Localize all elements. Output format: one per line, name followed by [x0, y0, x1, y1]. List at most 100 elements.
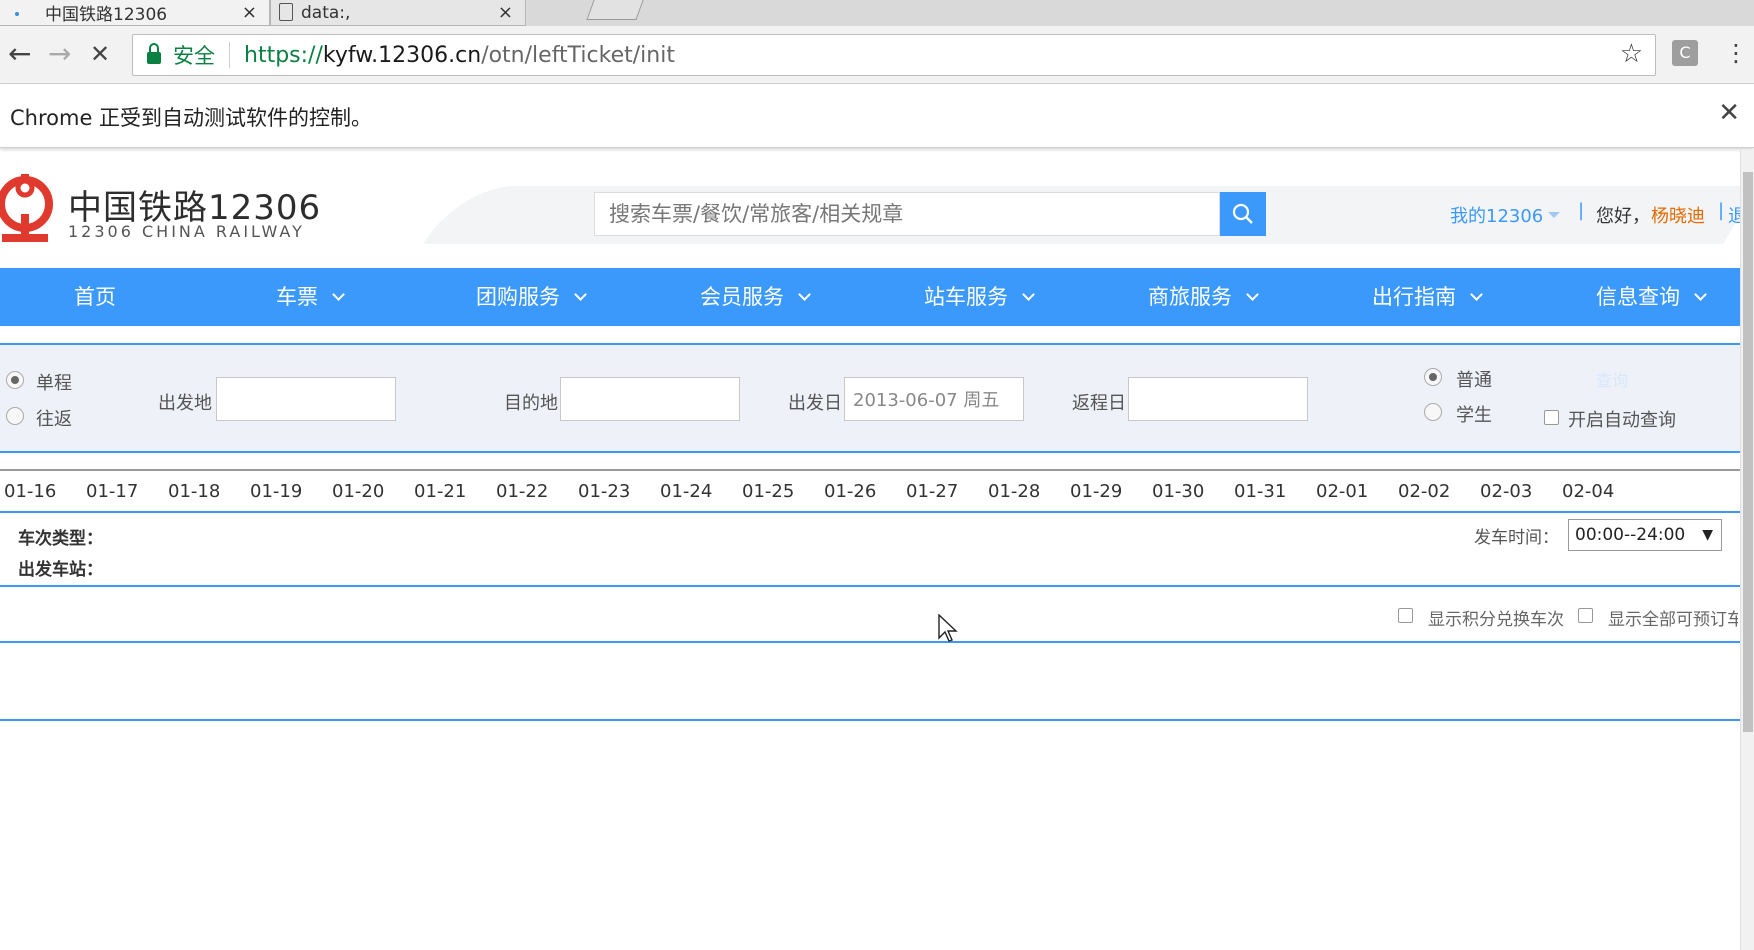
date-tab[interactable]: 01-20 [332, 481, 384, 502]
show-all-checkbox[interactable] [1578, 608, 1593, 623]
main-nav: 首页 车票 团购服务 会员服务 站车服务 商旅服务 出行指南 信息查询 [0, 268, 1740, 326]
date-tab[interactable]: 02-01 [1316, 481, 1368, 502]
document-icon [279, 3, 293, 21]
date-tab[interactable]: 01-29 [1070, 481, 1122, 502]
address-bar[interactable]: 安全 https:// kyfw.12306.cn /otn/leftTicke… [132, 34, 1656, 76]
nav-travel-guide[interactable]: 出行指南 [1372, 268, 1483, 326]
username-link[interactable]: 杨晓迪 [1651, 202, 1705, 228]
nav-label: 团购服务 [476, 285, 560, 309]
lock-icon [147, 43, 161, 64]
label-depart-date: 出发日 [788, 393, 842, 414]
query-form: 单程 往返 出发地 目的地 出发日 返程日 普通 学生 查询 开启自动查询 [0, 343, 1740, 453]
greeting-text: 您好， [1596, 206, 1650, 227]
close-icon[interactable]: × [242, 2, 257, 23]
results-area [0, 645, 1740, 721]
divider: | [1578, 200, 1585, 221]
forward-icon[interactable]: → [48, 40, 71, 68]
nav-label: 站车服务 [924, 285, 1008, 309]
date-tab[interactable]: 01-28 [988, 481, 1040, 502]
back-icon[interactable]: ← [8, 40, 31, 68]
label-train-type: 车次类型： [18, 529, 103, 549]
browser-toolbar: ← → ✕ 安全 https:// kyfw.12306.cn /otn/lef… [0, 26, 1754, 84]
date-tab[interactable]: 01-31 [1234, 481, 1286, 502]
chevron-down-icon [1022, 287, 1035, 301]
date-tab[interactable]: 01-26 [824, 481, 876, 502]
label-return: 往返 [36, 409, 72, 430]
date-tab[interactable]: 01-23 [578, 481, 630, 502]
radio-oneway[interactable] [6, 371, 24, 389]
select-value: 00:00--24:00 [1575, 525, 1686, 545]
extension-icon[interactable]: C [1672, 40, 1698, 66]
chevron-down-icon [332, 287, 345, 301]
date-tab[interactable]: 01-16 [4, 481, 56, 502]
date-tab[interactable]: 01-25 [742, 481, 794, 502]
new-tab-button[interactable] [586, 0, 644, 20]
close-icon[interactable]: ✕ [1718, 98, 1740, 128]
search-input[interactable] [594, 192, 1220, 236]
date-tab[interactable]: 02-02 [1398, 481, 1450, 502]
label-depart-time: 发车时间： [1474, 528, 1559, 548]
search-icon [1232, 203, 1253, 224]
date-tab[interactable]: 01-18 [168, 481, 220, 502]
auto-query-checkbox[interactable] [1544, 410, 1559, 425]
date-tab[interactable]: 01-24 [660, 481, 712, 502]
radio-student[interactable] [1424, 403, 1442, 421]
divider [229, 42, 230, 68]
railway-logo-icon [0, 174, 53, 242]
radio-return[interactable] [6, 407, 24, 425]
depart-time-select[interactable]: 00:00--24:00 ▼ [1568, 519, 1722, 551]
menu-icon[interactable]: ⋮ [1724, 38, 1748, 68]
caret-down-icon[interactable] [1548, 212, 1560, 218]
label-normal: 普通 [1456, 370, 1492, 391]
site-header: 中国铁路12306 12306 CHINA RAILWAY 我的12306 | … [0, 150, 1754, 268]
options-row: 显示积分兑换车次 显示全部可预订车次 [0, 589, 1740, 643]
query-button[interactable]: 查询 [1596, 367, 1628, 391]
label-auto-query: 开启自动查询 [1568, 410, 1676, 431]
nav-label: 信息查询 [1596, 285, 1680, 309]
my12306-link[interactable]: 我的12306 [1450, 202, 1543, 228]
stop-icon[interactable]: ✕ [90, 40, 110, 68]
close-icon[interactable]: × [498, 2, 513, 23]
date-tab[interactable]: 02-03 [1480, 481, 1532, 502]
scrollbar-thumb[interactable] [1743, 172, 1753, 732]
return-date-input[interactable] [1128, 377, 1308, 421]
label-depart-station: 出发车站： [18, 560, 103, 580]
date-tab[interactable]: 01-30 [1152, 481, 1204, 502]
logout-link[interactable]: 退出 [1728, 202, 1740, 228]
depart-date-input[interactable] [844, 377, 1024, 421]
to-station-input[interactable] [560, 377, 740, 421]
nav-station-service[interactable]: 站车服务 [924, 268, 1035, 326]
infobar-text: Chrome 正受到自动测试软件的控制。 [10, 106, 373, 130]
bookmark-star-icon[interactable]: ☆ [1620, 39, 1643, 69]
automation-infobar: Chrome 正受到自动测试软件的控制。 ✕ [0, 84, 1754, 148]
from-station-input[interactable] [216, 377, 396, 421]
nav-group-service[interactable]: 团购服务 [476, 268, 587, 326]
mouse-cursor-icon [938, 614, 958, 642]
caret-down-icon: ▼ [1702, 527, 1713, 543]
date-tab[interactable]: 01-27 [906, 481, 958, 502]
date-tab[interactable]: 01-17 [86, 481, 138, 502]
nav-member-service[interactable]: 会员服务 [700, 268, 811, 326]
nav-tickets[interactable]: 车票 [276, 268, 345, 326]
radio-normal[interactable] [1424, 368, 1442, 386]
date-tab[interactable]: 01-21 [414, 481, 466, 502]
label-student: 学生 [1456, 405, 1492, 426]
nav-info-query[interactable]: 信息查询 [1596, 268, 1707, 326]
url-host: kyfw.12306.cn [322, 42, 482, 68]
label-return-date: 返程日 [1072, 393, 1126, 414]
date-tab[interactable]: 02-04 [1562, 481, 1614, 502]
date-strip: 01-16 01-17 01-18 01-19 01-20 01-21 01-2… [0, 469, 1740, 513]
tab-12306[interactable]: 中国铁路12306 × [0, 0, 270, 26]
tab-data[interactable]: data:, × [270, 0, 526, 26]
label-show-points: 显示积分兑换车次 [1428, 610, 1564, 630]
chevron-down-icon [1470, 287, 1483, 301]
date-tab[interactable]: 01-22 [496, 481, 548, 502]
date-tab[interactable]: 01-19 [250, 481, 302, 502]
search-button[interactable] [1220, 192, 1266, 236]
show-points-checkbox[interactable] [1398, 608, 1413, 623]
page-scrollbar[interactable] [1740, 150, 1754, 950]
nav-home[interactable]: 首页 [74, 268, 116, 326]
tab-title: data:, [301, 2, 351, 23]
nav-business-service[interactable]: 商旅服务 [1148, 268, 1259, 326]
url-protocol: https:// [244, 42, 323, 68]
